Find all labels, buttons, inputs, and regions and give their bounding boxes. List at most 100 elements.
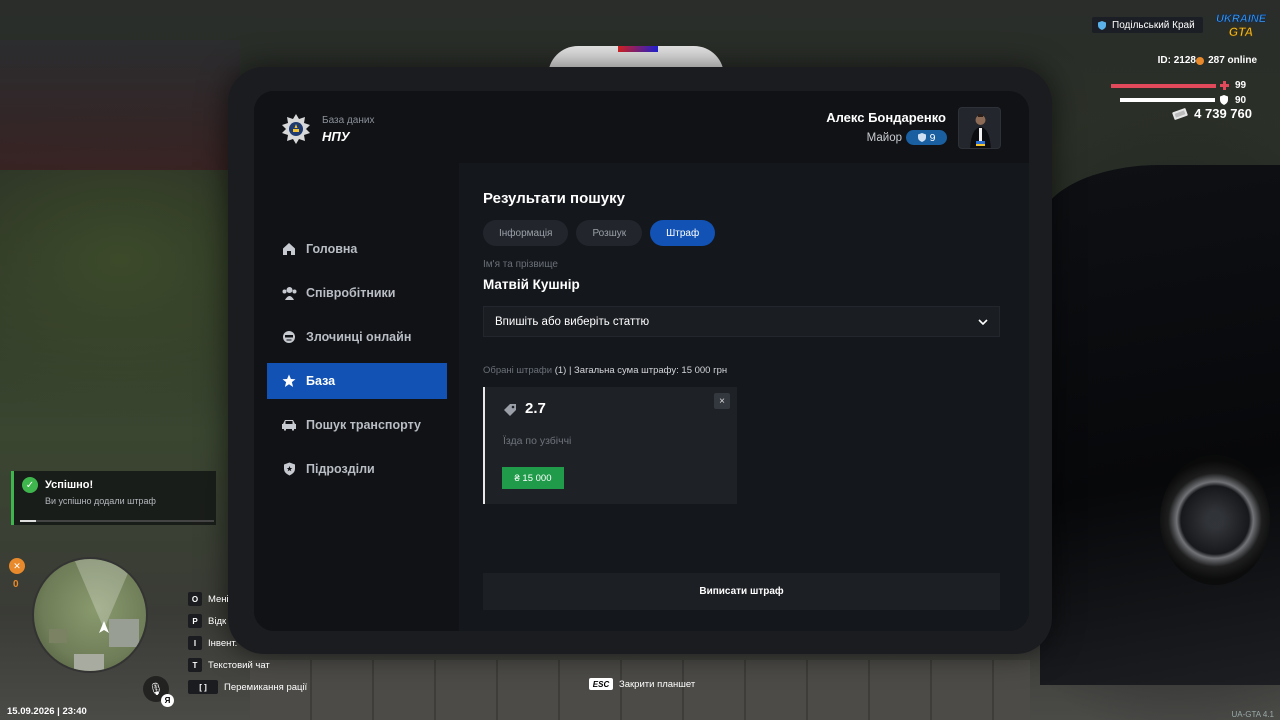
key-hint-label: Відк [208, 615, 227, 627]
issue-fine-button[interactable]: Виписати штраф [483, 573, 1000, 610]
sidebar-item-label: База [306, 374, 336, 388]
esc-key-badge: ESC [589, 678, 613, 690]
food-value: 0 [13, 579, 19, 590]
car-icon [281, 417, 297, 433]
fine-card: 2.7 Їзда по узбіччі ₴ 15 000 × [483, 387, 737, 504]
home-icon [281, 241, 297, 257]
sidebar-item-label: Пошук транспорту [306, 418, 421, 432]
key-badge: O [188, 592, 202, 606]
sidebar-item-home[interactable]: Головна [267, 231, 447, 267]
close-icon[interactable]: × [714, 393, 730, 409]
shield-icon [1098, 20, 1106, 30]
key-hint-label: Текстовий чат [208, 659, 270, 671]
star-icon [281, 373, 297, 389]
chevron-down-icon [978, 318, 988, 325]
tab-bar: Інформація Розшук Штраф [483, 220, 716, 246]
sidebar-item-label: Злочинці онлайн [306, 330, 412, 344]
date-time: 15.09.2026 | 23:40 [7, 706, 87, 717]
check-icon: ✓ [22, 477, 38, 493]
sidebar: База даних НПУ Головна Співробітники Зло… [254, 91, 459, 631]
notification-text: Ви успішно додали штраф [45, 496, 156, 506]
fines-summary-prefix: Обрані штрафи [483, 365, 553, 376]
key-hint: P Відк [188, 610, 307, 632]
page-title: Результати пошуку [483, 190, 625, 207]
close-tablet-hint: ESC Закрити планшет [589, 678, 695, 690]
badge-icon [281, 461, 297, 477]
sidebar-item-label: Головна [306, 242, 358, 256]
police-tablet: База даних НПУ Головна Співробітники Зло… [254, 91, 1029, 631]
cash-icon [1172, 107, 1188, 120]
health-bar [1111, 84, 1216, 88]
employees-icon [281, 285, 297, 301]
police-star-icon [282, 114, 310, 144]
food-icon: ✕ [9, 558, 25, 574]
tag-icon [504, 404, 516, 416]
sidebar-item-label: Співробітники [306, 286, 396, 300]
shield-icon [917, 133, 926, 142]
key-hint: [ ] Перемикання рації [188, 676, 307, 698]
key-badge: [ ] [188, 680, 218, 694]
sidebar-item-criminals[interactable]: Злочинці онлайн [267, 319, 447, 355]
sidebar-item-units[interactable]: Підрозділи [267, 451, 447, 487]
article-select-placeholder: Впишіть або виберіть статтю [495, 315, 650, 328]
fine-description: Їзда по узбіччі [503, 435, 572, 447]
money-display: 4 739 760 [1172, 106, 1252, 121]
notification-progress [20, 520, 214, 522]
fine-amount-badge: ₴ 15 000 [502, 467, 564, 489]
online-dot-icon [1196, 56, 1205, 65]
fines-summary-total: (1) | Загальна сума штрафу: 15 000 грн [554, 365, 728, 376]
armor-icon [1220, 95, 1228, 105]
region-indicator: Подільський Край [1092, 17, 1203, 33]
key-badge: T [188, 658, 202, 672]
health-value: 99 [1235, 80, 1247, 91]
version-label: UA-GTA 4.1 [1231, 710, 1274, 719]
armor-value: 90 [1235, 95, 1247, 106]
health-icon [1220, 81, 1229, 90]
name-label: Ім'я та прізвище [483, 259, 558, 270]
svg-text:UKRAINE: UKRAINE [1216, 13, 1267, 25]
background-pavement [250, 660, 1030, 720]
sidebar-item-database[interactable]: База [267, 363, 447, 399]
tab-wanted[interactable]: Розшук [576, 220, 643, 246]
criminal-icon [281, 329, 297, 345]
online-count: 287 online [1196, 55, 1257, 66]
key-badge: I [188, 636, 202, 650]
fine-article-code: 2.7 [525, 400, 546, 417]
minimap [32, 557, 148, 673]
key-hint: O Мені [188, 588, 307, 610]
sidebar-nav: Головна Співробітники Злочинці онлайн Ба… [267, 231, 447, 495]
success-notification: ✓ Успішно! Ви успішно додали штраф [11, 471, 216, 525]
key-hint-label: Перемикання рації [224, 681, 308, 693]
rank-level-badge: 9 [906, 130, 947, 145]
rank-level: 9 [929, 131, 936, 144]
key-hint-label: Мені [208, 593, 229, 605]
key-hint: I Інвент. [188, 632, 307, 654]
svg-text:GTA: GTA [1229, 25, 1253, 39]
close-tablet-label: Закрити планшет [619, 678, 696, 690]
article-select[interactable]: Впишіть або виберіть статтю [483, 306, 1000, 337]
sidebar-item-label: Підрозділи [306, 462, 375, 476]
key-hint: T Текстовий чат [188, 654, 307, 676]
notification-title: Успішно! [45, 479, 94, 491]
sidebar-item-vehicle-search[interactable]: Пошук транспорту [267, 407, 447, 443]
logo-title: НПУ [322, 129, 350, 144]
player-id: ID: 2128 [1157, 55, 1196, 66]
voice-key-badge: Я [161, 694, 174, 707]
key-badge: P [188, 614, 202, 628]
money-value: 4 739 760 [1194, 106, 1252, 121]
logo-subtitle: База даних [322, 115, 375, 126]
avatar[interactable] [958, 107, 1001, 149]
key-hints: O Мені P Відк I Інвент. T Текстовий чат … [188, 588, 307, 698]
ukraine-gta-logo: UKRAINE GTA [1216, 13, 1267, 40]
background-wheel [1160, 455, 1270, 585]
tab-information[interactable]: Інформація [483, 220, 569, 246]
key-hint-label: Інвент. [208, 637, 238, 649]
sidebar-item-employees[interactable]: Співробітники [267, 275, 447, 311]
region-name: Подільський Край [1112, 19, 1195, 31]
online-count-text: 287 online [1208, 55, 1257, 66]
background-car [1040, 165, 1280, 685]
fines-summary: Обрані штрафи (1) | Загальна сума штрафу… [483, 365, 727, 376]
tab-fine[interactable]: Штраф [650, 220, 716, 246]
person-name: Матвій Кушнір [483, 277, 580, 292]
background-road [0, 40, 240, 170]
